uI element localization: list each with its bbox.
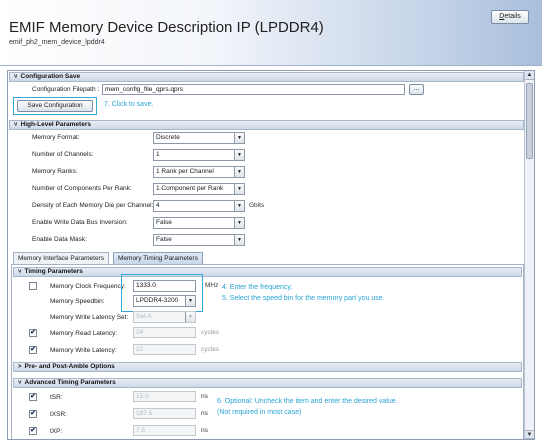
- memory-format-label: Memory Format:: [32, 134, 80, 141]
- select-value: Discrete: [156, 134, 180, 141]
- parameter-panel: ˅ Configuration Save Configuration Filepa…: [7, 70, 535, 440]
- select-value: 1: [156, 151, 160, 158]
- select-value: Set A: [136, 313, 152, 320]
- chevron-down-icon: ▼: [234, 150, 244, 160]
- speedbin-select[interactable]: LPDDR4-3200 ▼: [133, 295, 196, 307]
- clock-frequency-input[interactable]: 1333.0: [133, 280, 196, 292]
- vertical-scrollbar[interactable]: ▲ ▼: [524, 71, 534, 439]
- tsr-unit: ns: [201, 393, 208, 400]
- clock-frequency-unit: MHz: [205, 282, 219, 289]
- number-of-channels-select[interactable]: 1 ▼: [153, 149, 245, 161]
- tsr-checkbox[interactable]: ✔: [29, 393, 37, 401]
- txsr-label: tXSR:: [50, 411, 67, 418]
- tsr-input[interactable]: 15.0: [133, 391, 196, 402]
- tsr-label: tSR:: [50, 394, 63, 401]
- write-dbi-select[interactable]: False ▼: [153, 217, 245, 229]
- components-per-rank-label: Number of Components Per Rank:: [32, 185, 132, 192]
- scrollbar-thumb[interactable]: [526, 83, 533, 159]
- scroll-down-icon[interactable]: ▼: [525, 430, 534, 439]
- annotation-save: 7. Click to save.: [104, 101, 154, 108]
- read-latency-unit: cycles: [201, 329, 220, 336]
- details-button[interactable]: Details: [491, 10, 529, 24]
- die-density-label: Density of Each Memory Die per Channel:: [32, 202, 154, 209]
- chevron-down-icon: ▼: [234, 201, 244, 211]
- clock-frequency-checkbox[interactable]: [29, 282, 37, 290]
- chevron-down-icon: ▼: [185, 296, 195, 306]
- page-header: EMIF Memory Device Description IP (LPDDR…: [0, 0, 542, 66]
- number-of-channels-label: Number of Channels:: [32, 151, 94, 158]
- data-mask-label: Enable Data Mask:: [32, 236, 87, 243]
- write-latency-checkbox[interactable]: ✔: [29, 346, 37, 354]
- collapse-icon: ˅: [14, 74, 18, 80]
- filepath-input[interactable]: mem_config_file_qprs.qprs: [102, 84, 405, 95]
- txp-checkbox[interactable]: ✔: [29, 427, 37, 435]
- tab-memory-interface-parameters[interactable]: Memory Interface Parameters: [13, 252, 109, 264]
- browse-button[interactable]: ...: [409, 84, 424, 95]
- speedbin-label: Memory Speedbin:: [50, 298, 105, 305]
- save-configuration-button[interactable]: Save Configuration: [17, 100, 93, 112]
- read-latency-label: Memory Read Latency:: [50, 330, 118, 337]
- write-latency-unit: cycles: [201, 346, 220, 353]
- memory-format-select[interactable]: Discrete ▼: [153, 132, 245, 144]
- select-value: 1 Component per Rank: [156, 185, 224, 192]
- section-pre-post-amble[interactable]: ˃ Pre- and Post-Amble Options: [13, 362, 522, 372]
- scroll-up-icon[interactable]: ▲: [525, 71, 534, 80]
- collapse-icon: ˅: [18, 269, 22, 275]
- write-latency-label: Memory Write Latency:: [50, 347, 117, 354]
- select-value: False: [156, 236, 172, 243]
- chevron-down-icon: ▼: [234, 133, 244, 143]
- txp-label: tXP:: [50, 428, 63, 435]
- page-subtitle: emif_ph2_mem_device_lpddr4: [9, 39, 105, 46]
- txp-input[interactable]: 7.5: [133, 425, 196, 436]
- section-title: Pre- and Post-Amble Options: [24, 363, 115, 370]
- chevron-down-icon: ▼: [185, 312, 195, 322]
- collapse-icon: ˅: [18, 380, 22, 386]
- memory-ranks-label: Memory Ranks:: [32, 168, 78, 175]
- chevron-down-icon: ▼: [234, 167, 244, 177]
- txsr-checkbox[interactable]: ✔: [29, 410, 37, 418]
- read-latency-input[interactable]: 24: [133, 327, 196, 338]
- chevron-down-icon: ▼: [234, 235, 244, 245]
- select-value: 4: [156, 202, 160, 209]
- write-dbi-label: Enable Write Data Bus Inversion:: [32, 219, 128, 226]
- collapse-icon: ˅: [14, 122, 18, 128]
- select-value: LPDDR4-3200: [136, 297, 179, 304]
- section-high-level-parameters[interactable]: ˅ High-Level Parameters: [9, 120, 524, 130]
- section-title: High-Level Parameters: [20, 121, 91, 128]
- read-latency-checkbox[interactable]: ✔: [29, 329, 37, 337]
- details-label-rest: etails: [504, 13, 521, 20]
- section-advanced-timing[interactable]: ˅ Advanced Timing Parameters: [13, 378, 522, 388]
- annotation-advanced-note: (Not required in most case): [217, 409, 302, 416]
- txsr-unit: ns: [201, 410, 208, 417]
- die-density-unit: Gbits: [249, 202, 265, 209]
- annotation-speedbin: 5. Select the speed bin for the memory p…: [222, 295, 385, 302]
- section-title: Advanced Timing Parameters: [24, 379, 116, 386]
- die-density-select[interactable]: 4 ▼: [153, 200, 245, 212]
- write-latency-set-label: Memory Write Latency Set:: [50, 314, 129, 321]
- data-mask-select[interactable]: False ▼: [153, 234, 245, 246]
- memory-ranks-select[interactable]: 1 Rank per Channel ▼: [153, 166, 245, 178]
- chevron-down-icon: ▼: [234, 218, 244, 228]
- write-latency-set-select[interactable]: Set A ▼: [133, 311, 196, 323]
- clock-frequency-label: Memory Clock Frequency:: [50, 283, 126, 290]
- expand-icon: ˃: [18, 364, 22, 370]
- write-latency-input[interactable]: 22: [133, 344, 196, 355]
- annotation-frequency: 4. Enter the frequency.: [222, 284, 293, 291]
- select-value: 1 Rank per Channel: [156, 168, 214, 175]
- filepath-label: Configuration Filepath :: [32, 86, 100, 93]
- select-value: False: [156, 219, 172, 226]
- tab-memory-timing-parameters[interactable]: Memory Timing Parameters: [113, 252, 203, 264]
- section-configuration-save[interactable]: ˅ Configuration Save: [9, 72, 524, 82]
- section-title: Configuration Save: [20, 73, 81, 80]
- txsr-input[interactable]: 187.5: [133, 408, 196, 419]
- chevron-down-icon: ▼: [234, 184, 244, 194]
- section-title: Timing Parameters: [24, 268, 83, 275]
- txp-unit: ns: [201, 427, 208, 434]
- page-title: EMIF Memory Device Description IP (LPDDR…: [9, 19, 324, 36]
- components-per-rank-select[interactable]: 1 Component per Rank ▼: [153, 183, 245, 195]
- section-timing-parameters[interactable]: ˅ Timing Parameters: [13, 267, 522, 277]
- annotation-advanced-optional: 6. Optional: Uncheck the item and enter …: [217, 398, 398, 405]
